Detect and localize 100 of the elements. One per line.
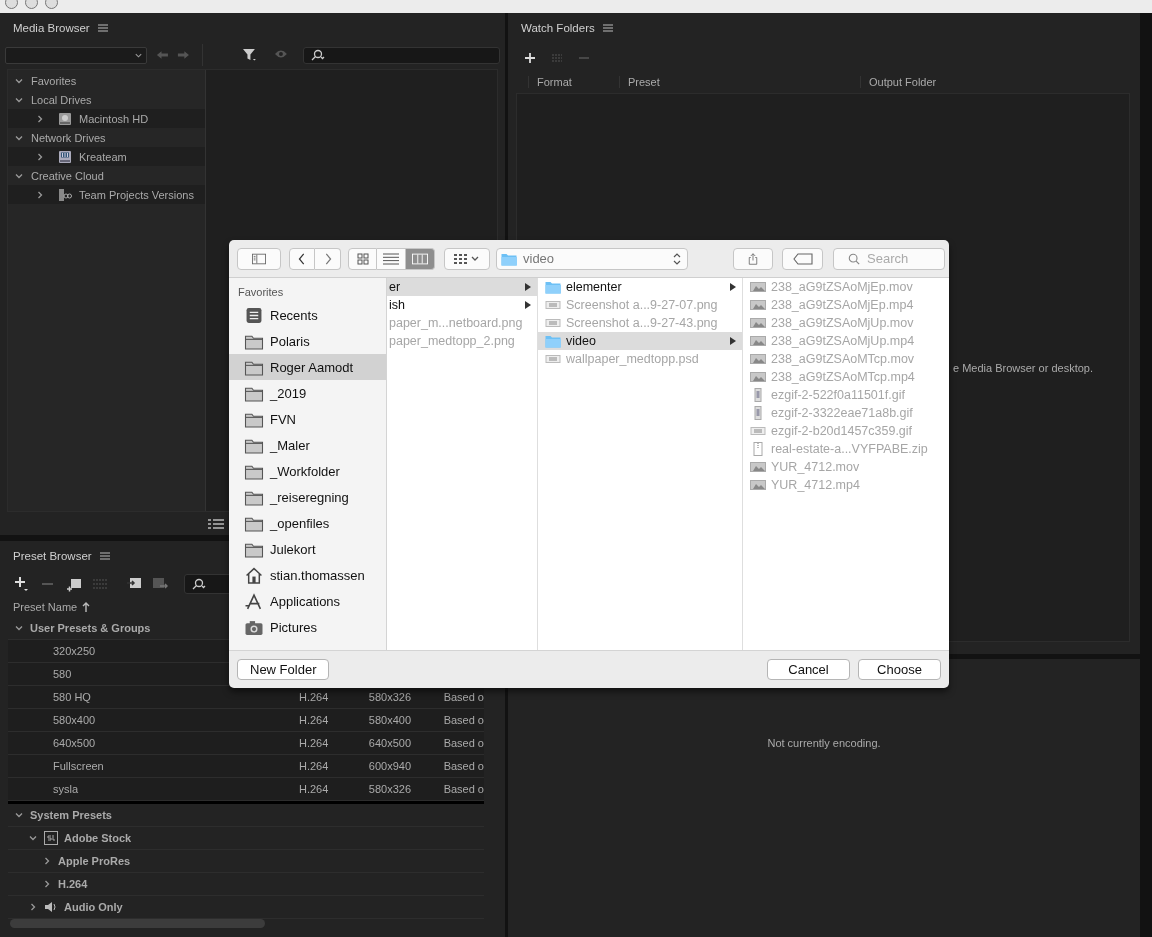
- comment-cell: Based o: [443, 760, 484, 772]
- chevron-right-icon[interactable]: [28, 902, 38, 912]
- sidebar-item[interactable]: FVN: [229, 406, 386, 432]
- tree-group-label[interactable]: Local Drives: [31, 93, 92, 106]
- sidebar-heading: Favorites: [237, 286, 285, 300]
- group-label[interactable]: Apple ProRes: [58, 855, 131, 867]
- column-view-icon: [412, 252, 428, 265]
- sidebar-item[interactable]: Polaris: [229, 328, 386, 354]
- new-group-icon[interactable]: [66, 576, 82, 592]
- tree-group-label[interactable]: Favorites: [31, 74, 77, 87]
- comment-cell: Based o: [443, 783, 484, 795]
- updown-arrows-icon: [673, 251, 681, 266]
- cancel-button[interactable]: Cancel: [767, 659, 850, 680]
- file-row[interactable]: video: [538, 332, 742, 350]
- zip-file-icon: [750, 442, 766, 456]
- filter-icon[interactable]: [243, 48, 258, 62]
- image-file-icon: [545, 352, 561, 366]
- preset-name: 640x500: [53, 737, 96, 749]
- search-field[interactable]: [303, 46, 500, 64]
- frame-size-cell-text: 580x326: [368, 691, 413, 703]
- group-label[interactable]: Audio Only: [64, 901, 123, 913]
- preset-row[interactable]: sysla H.264 580x326 Based o: [8, 778, 484, 801]
- chevron-right-icon[interactable]: [35, 113, 45, 124]
- menu-icon[interactable]: [99, 552, 110, 560]
- chevron-down-icon[interactable]: [14, 810, 24, 820]
- add-icon[interactable]: [524, 52, 536, 64]
- group-label[interactable]: User Presets & Groups: [30, 622, 151, 634]
- video-thumbnail-icon: [750, 478, 766, 492]
- sidebar-item[interactable]: _openfiles: [229, 510, 386, 536]
- chevron-right-icon[interactable]: [35, 189, 45, 200]
- video-thumbnail-icon: [750, 460, 766, 474]
- choose-button[interactable]: Choose: [858, 659, 941, 680]
- format-cell-text: H.264: [299, 737, 330, 749]
- sidebar-item[interactable]: _Maler: [229, 432, 386, 458]
- view-mode-button[interactable]: [406, 247, 435, 270]
- path-popup[interactable]: video: [496, 247, 688, 270]
- folder-icon: [545, 334, 561, 348]
- sidebar-item[interactable]: stian.thomassen: [229, 562, 386, 588]
- column-header[interactable]: Output Folder: [860, 76, 937, 88]
- video-thumbnail-icon: [750, 370, 766, 384]
- chevron-right-icon[interactable]: [35, 151, 45, 162]
- versions-icon: [58, 187, 72, 202]
- chevron-right-icon[interactable]: [42, 856, 52, 866]
- file-row[interactable]: er: [387, 278, 537, 296]
- frame-size-cell-text: 580x400: [368, 714, 413, 726]
- chevron-down-icon[interactable]: [14, 623, 24, 633]
- group-label[interactable]: Adobe Stock: [64, 832, 132, 844]
- preset-row[interactable]: Fullscreen H.264 600x940 Based o: [8, 755, 484, 778]
- column-header[interactable]: Preset: [619, 76, 860, 88]
- empty-hint: e Media Browser or desktop.: [953, 361, 1093, 374]
- sidebar-toggle-button[interactable]: [237, 247, 281, 270]
- sidebar-item[interactable]: _reiseregning: [229, 484, 386, 510]
- sidebar-item[interactable]: Pictures: [229, 614, 386, 640]
- menu-icon[interactable]: [602, 24, 613, 32]
- search-icon: [847, 252, 861, 265]
- frame-size-cell-text: 580x326: [368, 783, 413, 795]
- sort-arrow-icon[interactable]: [82, 602, 91, 612]
- panel-title: Media Browser: [13, 22, 90, 34]
- tree-group-label[interactable]: Creative Cloud: [31, 169, 104, 182]
- file-row[interactable]: ish: [387, 296, 537, 314]
- group-label[interactable]: System Presets: [30, 809, 112, 821]
- preset-row[interactable]: 580x400 H.264 580x400 Based o: [8, 709, 484, 732]
- chevron-right-icon[interactable]: [42, 879, 52, 889]
- column-header[interactable]: Preset Name: [13, 601, 78, 613]
- add-icon[interactable]: [14, 576, 30, 592]
- menu-icon[interactable]: [97, 24, 108, 32]
- image-file-icon: [545, 298, 561, 312]
- sidebar-item[interactable]: _2019: [229, 380, 386, 406]
- encoding-status: Not currently encoding.: [767, 737, 881, 749]
- panel-title: Watch Folders: [521, 22, 595, 34]
- sidebar-item[interactable]: _Workfolder: [229, 458, 386, 484]
- preset-name: 320x250: [53, 645, 96, 657]
- chevron-down-icon[interactable]: [28, 833, 38, 843]
- new-folder-button[interactable]: New Folder: [237, 659, 330, 680]
- scrollbar[interactable]: [10, 919, 265, 928]
- drive-label[interactable]: Kreateam: [79, 150, 127, 163]
- list-view-icon[interactable]: [208, 518, 224, 529]
- settings-sliders-icon[interactable]: [551, 52, 563, 64]
- sidebar-item[interactable]: Roger Aamodt: [229, 354, 386, 380]
- preset-name: 580 HQ: [53, 691, 91, 703]
- camera-icon: [244, 618, 264, 636]
- format-cell-text: H.264: [299, 760, 330, 772]
- group-label[interactable]: H.264: [58, 878, 88, 890]
- back-button[interactable]: [289, 247, 315, 270]
- view-mode-button[interactable]: [377, 247, 406, 270]
- sidebar-item[interactable]: Recents: [229, 302, 386, 328]
- preset-row[interactable]: 640x500 H.264 640x500 Based o: [8, 732, 484, 755]
- applications-icon: [244, 592, 264, 610]
- folder-icon: [545, 280, 561, 294]
- preset-row[interactable]: 580 HQ H.264 580x326 Based o: [8, 686, 484, 709]
- file-row[interactable]: elementer: [538, 278, 742, 296]
- tree-group-label[interactable]: Network Drives: [31, 131, 106, 144]
- sidebar-icon: [252, 252, 266, 265]
- sidebar-item[interactable]: Applications: [229, 588, 386, 614]
- sidebar-item[interactable]: Julekort: [229, 536, 386, 562]
- column-header[interactable]: Format: [528, 76, 619, 88]
- view-mode-button[interactable]: [348, 247, 377, 270]
- share-button[interactable]: [733, 247, 773, 270]
- settings-sliders-icon[interactable]: [92, 576, 108, 592]
- arrange-button[interactable]: [444, 247, 490, 270]
